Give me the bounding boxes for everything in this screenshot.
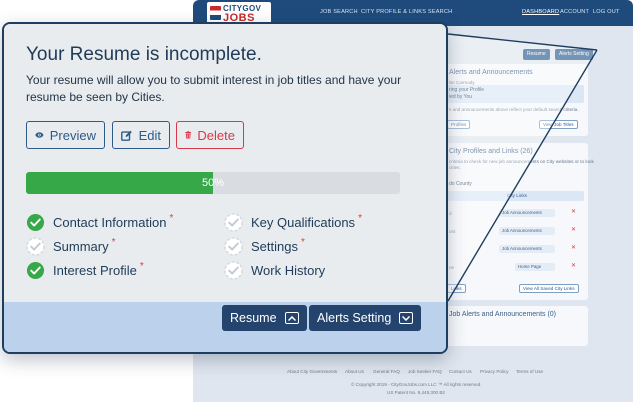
flag-icon <box>210 6 221 20</box>
close-icon[interactable]: ✕ <box>571 244 576 251</box>
checklist-item-label: Summary <box>53 238 109 254</box>
nav-logout[interactable]: LOG OUT <box>593 9 620 15</box>
required-star: * <box>139 260 144 272</box>
checklist-item-label: Contact Information <box>53 214 167 230</box>
resume-tab-label: Resume <box>230 311 277 325</box>
nav-job-search[interactable]: JOB SEARCH <box>320 9 358 15</box>
close-icon[interactable]: ✕ <box>571 262 576 269</box>
city-row-select-4[interactable]: Home Page <box>515 263 555 271</box>
check-incomplete-icon <box>224 212 243 232</box>
city-row-label-4: ne <box>449 265 455 270</box>
checklist-item: Contact Information * <box>26 212 173 232</box>
footer-copyright: © Copyright 2019 - CityGovJobs.com LLC ™… <box>351 382 482 387</box>
close-icon[interactable]: ✕ <box>571 208 576 215</box>
links-table-header: City Links <box>447 191 584 201</box>
footer-patent: US Patent No. 9,449,300 B2 <box>387 390 445 395</box>
view-saved-city-links-button[interactable]: View All Saved City Links <box>519 284 579 293</box>
check-incomplete-icon <box>224 260 243 280</box>
city-links-card: City Profiles and Links (26) criteria to… <box>443 143 594 300</box>
alerts-highlight-line1: ring your Profile <box>449 87 485 93</box>
modal-body: Your Resume is incomplete. Your resume w… <box>4 24 446 302</box>
footer-link-job-seeker-faq[interactable]: Job Seeker FAQ <box>408 369 442 374</box>
mini-tab-resume[interactable]: Resume <box>523 49 550 60</box>
screenshot-stage: CITYGOV JOBS JOB SEARCH CITY PROFILE & L… <box>0 0 637 402</box>
nav-account[interactable]: ACCOUNT <box>560 9 589 15</box>
required-star: * <box>358 212 362 224</box>
resume-tab[interactable]: Resume <box>222 305 307 331</box>
checklist-item-label: Settings <box>251 238 298 254</box>
footer-link-general-faq[interactable]: General FAQ <box>373 369 400 374</box>
nav-city-profile-links[interactable]: CITY PROFILE & LINKS SEARCH <box>361 9 452 15</box>
resume-incomplete-modal: Your Resume is incomplete. Your resume w… <box>2 22 448 354</box>
city-links-desc-1: criteria to check for new job announceme… <box>449 159 594 164</box>
alerts-highlight: ring your Profile ied by You <box>447 85 584 103</box>
city-row-label-2: ont <box>449 229 456 234</box>
checklist-item: Key Qualifications * <box>224 212 362 232</box>
alerts-card-title: Alerts and Announcements <box>449 69 533 76</box>
city-row-select-3[interactable]: Job Announcements <box>499 245 555 253</box>
checklist-item-label: Work History <box>251 262 326 278</box>
chevron-down-icon <box>399 312 414 324</box>
checklist-item-label: Interest Profile <box>53 262 137 278</box>
check-incomplete-icon <box>26 236 45 256</box>
checklist-item: Work History <box>224 260 325 280</box>
required-star: * <box>169 212 174 224</box>
footer-link-contact-us[interactable]: Contact Us <box>449 369 472 374</box>
check-incomplete-icon <box>224 236 243 256</box>
progress-label: 50% <box>201 177 225 189</box>
required-star: * <box>111 236 116 248</box>
citygovjobs-logo[interactable]: CITYGOV JOBS <box>207 2 271 24</box>
city-row-select-1[interactable]: Job Announcements <box>499 209 555 217</box>
city-links-col-header: City Links <box>507 193 527 198</box>
delete-button-label: Delete <box>197 127 235 143</box>
footer-link-privacy-policy[interactable]: Privacy Policy <box>480 369 509 374</box>
mini-tab-alerts[interactable]: Alerts Setting <box>555 49 593 60</box>
alerts-setting-tab-label: Alerts Setting <box>317 311 392 325</box>
city-row-select-2[interactable]: Job Announcements <box>499 227 555 235</box>
city-row-label-1: d <box>449 211 452 216</box>
city-links-title: City Profiles and Links (26) <box>449 148 533 155</box>
footer-link-about-us[interactable]: About Us <box>345 369 364 374</box>
footer-link-about-city-governments[interactable]: About City Governments <box>287 369 337 374</box>
view-job-titles-button[interactable]: View Job Titles <box>539 120 578 129</box>
alerts-card-note: s and announcements above reflect your d… <box>449 107 579 112</box>
preview-button[interactable]: Preview <box>26 121 105 149</box>
required-star: * <box>300 236 305 248</box>
check-complete-icon <box>26 261 45 279</box>
resume-progress-bar: 50% <box>26 172 400 194</box>
nav-dashboard[interactable]: DASHBOARD <box>522 9 559 15</box>
footer-link-terms-of-use[interactable]: Terms of Use <box>516 369 543 374</box>
checklist-item: Summary * <box>26 236 116 256</box>
city-links-desc-2: cities. <box>449 165 461 170</box>
checklist-item-label: Key Qualifications <box>251 214 356 230</box>
preview-button-label: Preview <box>49 127 96 143</box>
trash-icon <box>185 131 192 139</box>
county-label: do County <box>449 181 472 187</box>
job-alerts-card: Job Alerts and Announcements (0) <box>443 306 588 346</box>
modal-description: Your resume will allow you to submit int… <box>26 73 402 104</box>
alerts-card: Alerts and Announcements Be Carmody ring… <box>443 64 588 136</box>
modal-title: Your Resume is incomplete. <box>26 44 262 65</box>
job-alerts-title: Job Alerts and Announcements (0) <box>449 311 557 318</box>
checklist-item: Interest Profile * <box>26 260 144 280</box>
edit-icon <box>121 130 132 141</box>
check-complete-icon <box>26 213 45 231</box>
alerts-highlight-line2: ied by You <box>449 94 473 100</box>
delete-button[interactable]: Delete <box>176 121 244 149</box>
edit-button[interactable]: Edit <box>112 121 170 149</box>
chevron-up-icon <box>284 312 299 324</box>
links-button[interactable]: Links <box>447 284 466 293</box>
eye-icon <box>35 132 44 138</box>
close-icon[interactable]: ✕ <box>571 226 576 233</box>
profiles-button[interactable]: Profiles <box>447 120 471 129</box>
checklist-item: Settings * <box>224 236 305 256</box>
alerts-setting-tab[interactable]: Alerts Setting <box>309 305 422 331</box>
edit-button-label: Edit <box>138 127 161 143</box>
